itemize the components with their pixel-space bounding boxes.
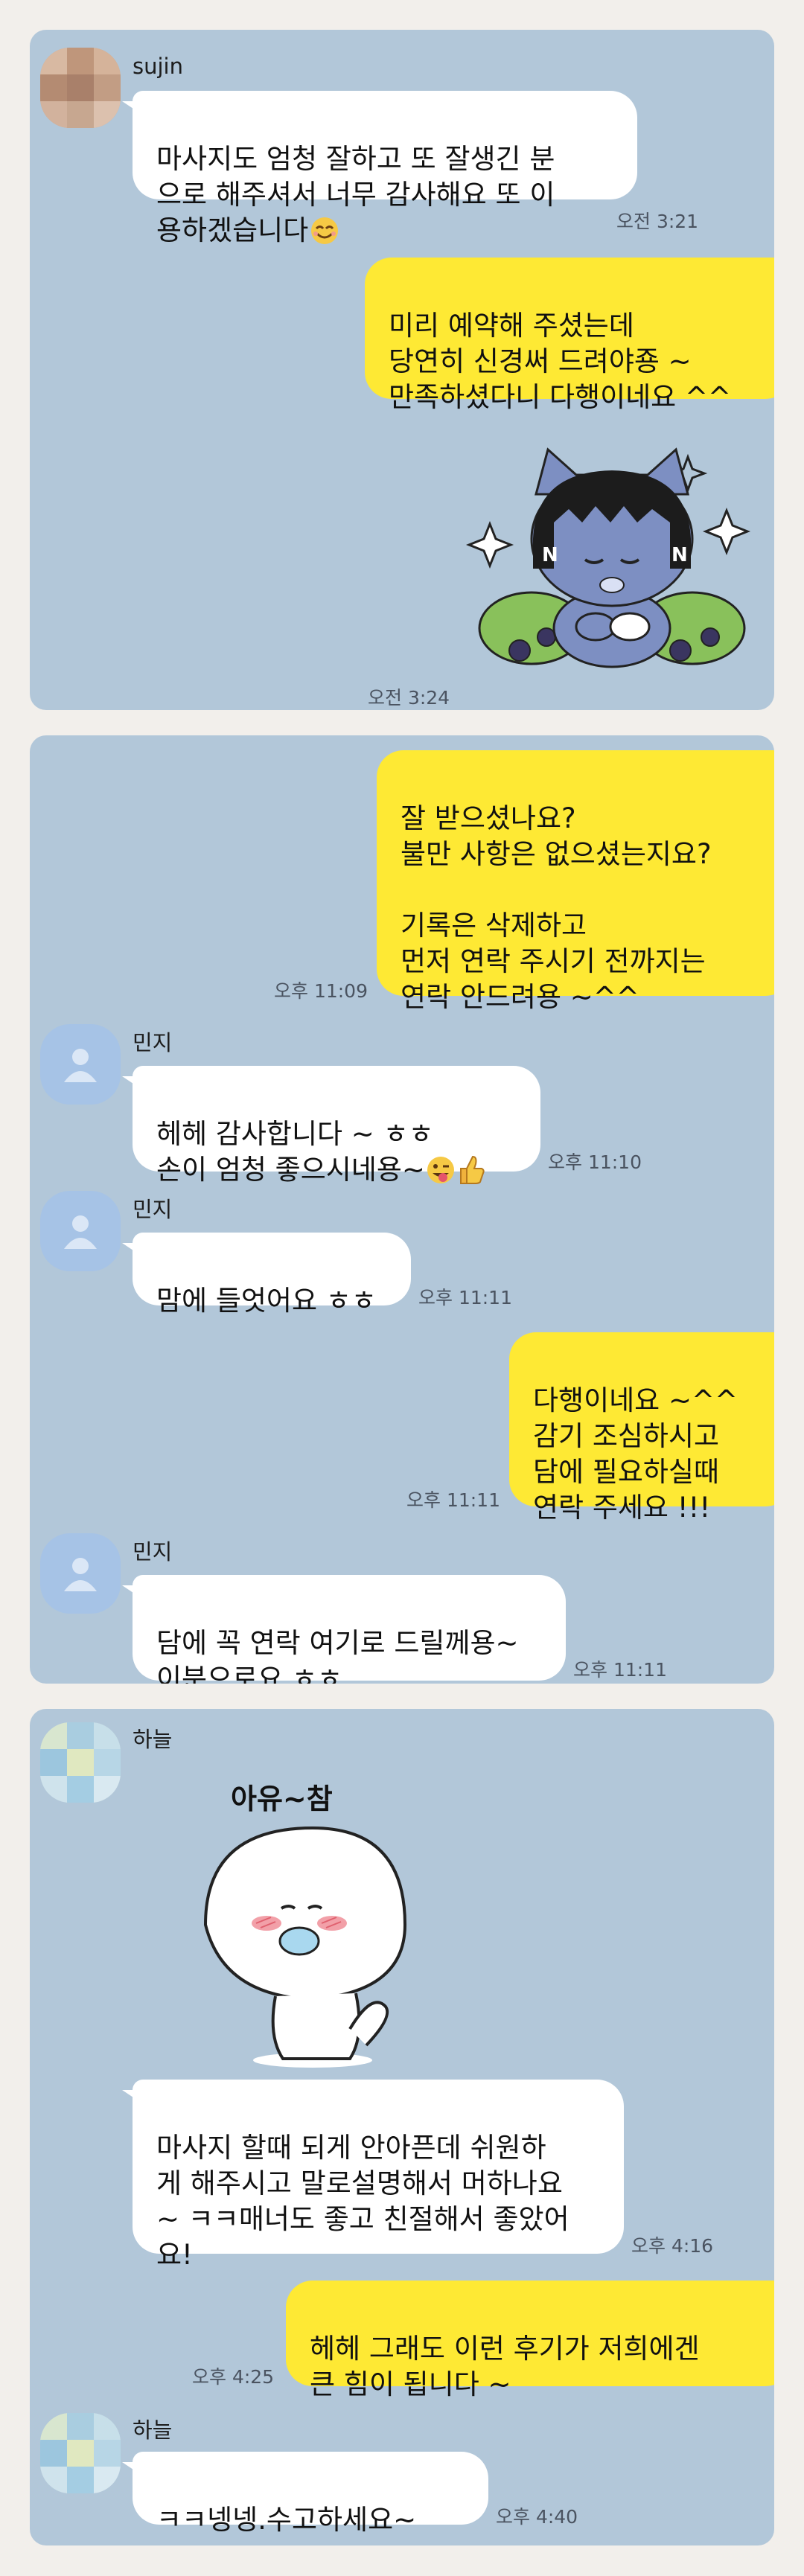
message-text: 맘에 들엇어요 ㅎㅎ bbox=[156, 1285, 377, 1317]
sender-name: 민지 bbox=[133, 1197, 173, 1222]
avatar-minji[interactable] bbox=[40, 1191, 121, 1271]
cat-character-sticker-icon[interactable]: N N bbox=[465, 427, 759, 673]
blurred-profile-photo bbox=[40, 48, 121, 128]
message-text: 헤헤 감사합니다 ~ ㅎㅎ 손이 엄청 좋으시네용~ bbox=[156, 1118, 434, 1186]
message-text: 잘 받으셨나요? 불만 사항은 없으셨는지요? 기록은 삭제하고 먼저 연락 주… bbox=[401, 802, 712, 1013]
message-text: 마사지 할때 되게 안아픈데 쉬원하 게 해주시고 말로설명해서 머하나요 ~ … bbox=[156, 2132, 570, 2271]
message-text: ㅋㅋ넹넹.수고하세요~ bbox=[156, 2504, 417, 2536]
sender-name: sujin bbox=[133, 54, 183, 79]
avatar-haneul[interactable] bbox=[40, 2413, 121, 2493]
message-text: 미리 예약해 주셨는데 당연히 신경써 드려야죵 ~ 만족하셨다니 다행이네요 … bbox=[389, 310, 731, 413]
message-time: 오후 11:10 bbox=[548, 1151, 642, 1173]
avatar-minji[interactable] bbox=[40, 1533, 121, 1614]
avatar-sujin[interactable] bbox=[40, 48, 121, 128]
sender-name: 하늘 bbox=[133, 1727, 173, 1752]
incoming-message-bubble[interactable]: 맘에 들엇어요 ㅎㅎ bbox=[122, 1233, 411, 1317]
message-time: 오후 4:40 bbox=[496, 2506, 578, 2528]
message-text: 마사지도 엄청 잘하고 또 잘생긴 분 으로 해주셔서 너무 감사해요 또 이 … bbox=[156, 143, 555, 246]
message-time: 오후 4:16 bbox=[631, 2235, 714, 2257]
message-time: 오후 11:11 bbox=[406, 1489, 500, 1511]
svg-text:N: N bbox=[542, 544, 558, 566]
message-text: 헤헤 그래도 이런 후기가 저희에겐 큰 힘이 됩니다 ~ bbox=[310, 2333, 700, 2400]
default-person-icon bbox=[64, 1049, 97, 1082]
outgoing-message-bubble[interactable]: 잘 받으셨나요? 불만 사항은 없으셨는지요? 기록은 삭제하고 먼저 연락 주… bbox=[377, 750, 774, 1013]
sender-name: 민지 bbox=[133, 1539, 173, 1565]
blurred-profile-photo bbox=[40, 1722, 121, 1803]
outgoing-message-bubble[interactable]: 다행이네요 ~^^ 감기 조심하시고 담에 필요하실때 연락 주세요 !!! bbox=[509, 1332, 774, 1524]
blurred-profile-photo bbox=[40, 2413, 121, 2493]
chat-panel-3: 하늘 아유~참 마사지 할때 되게 안아픈데 쉬원하 게 해주시고 말로설명해서… bbox=[30, 1709, 774, 2545]
message-time: 오후 11:11 bbox=[418, 1287, 512, 1308]
sender-name: 하늘 bbox=[133, 2417, 173, 2443]
message-time: 오후 11:09 bbox=[274, 980, 368, 1002]
avatar-haneul[interactable] bbox=[40, 1722, 121, 1803]
avatar-minji[interactable] bbox=[40, 1024, 121, 1105]
message-time: 오후 11:11 bbox=[573, 1659, 667, 1681]
blushing-character-sticker-icon[interactable]: 아유~참 bbox=[164, 1776, 432, 2074]
message-text: 다행이네요 ~^^ 감기 조심하시고 담에 필요하실때 연락 주세요 !!! bbox=[533, 1384, 738, 1524]
message-time: 오전 3:24 bbox=[368, 687, 450, 709]
incoming-message-bubble[interactable]: 담에 꼭 연락 여기로 드릴께용~ 이분으로요 ㅎㅎ bbox=[122, 1575, 566, 1684]
incoming-message-bubble[interactable]: 헤헤 감사합니다 ~ ㅎㅎ 손이 엄청 좋으시네용~ bbox=[122, 1066, 540, 1186]
incoming-message-bubble[interactable]: 마사지 할때 되게 안아픈데 쉬원하 게 해주시고 말로설명해서 머하나요 ~ … bbox=[122, 2080, 624, 2271]
message-text: 담에 꼭 연락 여기로 드릴께용~ 이분으로요 ㅎㅎ bbox=[156, 1627, 519, 1684]
outgoing-message-bubble[interactable]: 미리 예약해 주셨는데 당연히 신경써 드려야죵 ~ 만족하셨다니 다행이네요 … bbox=[365, 258, 774, 413]
outgoing-message-bubble[interactable]: 헤헤 그래도 이런 후기가 저희에겐 큰 힘이 됩니다 ~ bbox=[286, 2281, 774, 2400]
incoming-message-bubble[interactable]: 마사지도 엄청 잘하고 또 잘생긴 분 으로 해주셔서 너무 감사해요 또 이 … bbox=[122, 91, 637, 246]
tongue-wink-emoji-icon bbox=[425, 1155, 456, 1194]
message-time: 오후 4:25 bbox=[192, 2366, 275, 2388]
chat-panel-2: 잘 받으셨나요? 불만 사항은 없으셨는지요? 기록은 삭제하고 먼저 연락 주… bbox=[30, 735, 774, 1684]
message-time: 오전 3:21 bbox=[616, 211, 699, 232]
incoming-message-bubble[interactable]: ㅋㅋ넹넹.수고하세요~ bbox=[122, 2452, 488, 2536]
smiling-face-emoji-icon bbox=[308, 216, 341, 255]
svg-text:N: N bbox=[671, 544, 688, 566]
default-person-icon bbox=[64, 1558, 97, 1591]
thumbs-up-emoji-icon bbox=[456, 1154, 485, 1194]
default-person-icon bbox=[64, 1215, 97, 1249]
sender-name: 민지 bbox=[133, 1030, 173, 1055]
chat-panel-1: sujin 마사지도 엄청 잘하고 또 잘생긴 분 으로 해주셔서 너무 감사해… bbox=[30, 30, 774, 710]
